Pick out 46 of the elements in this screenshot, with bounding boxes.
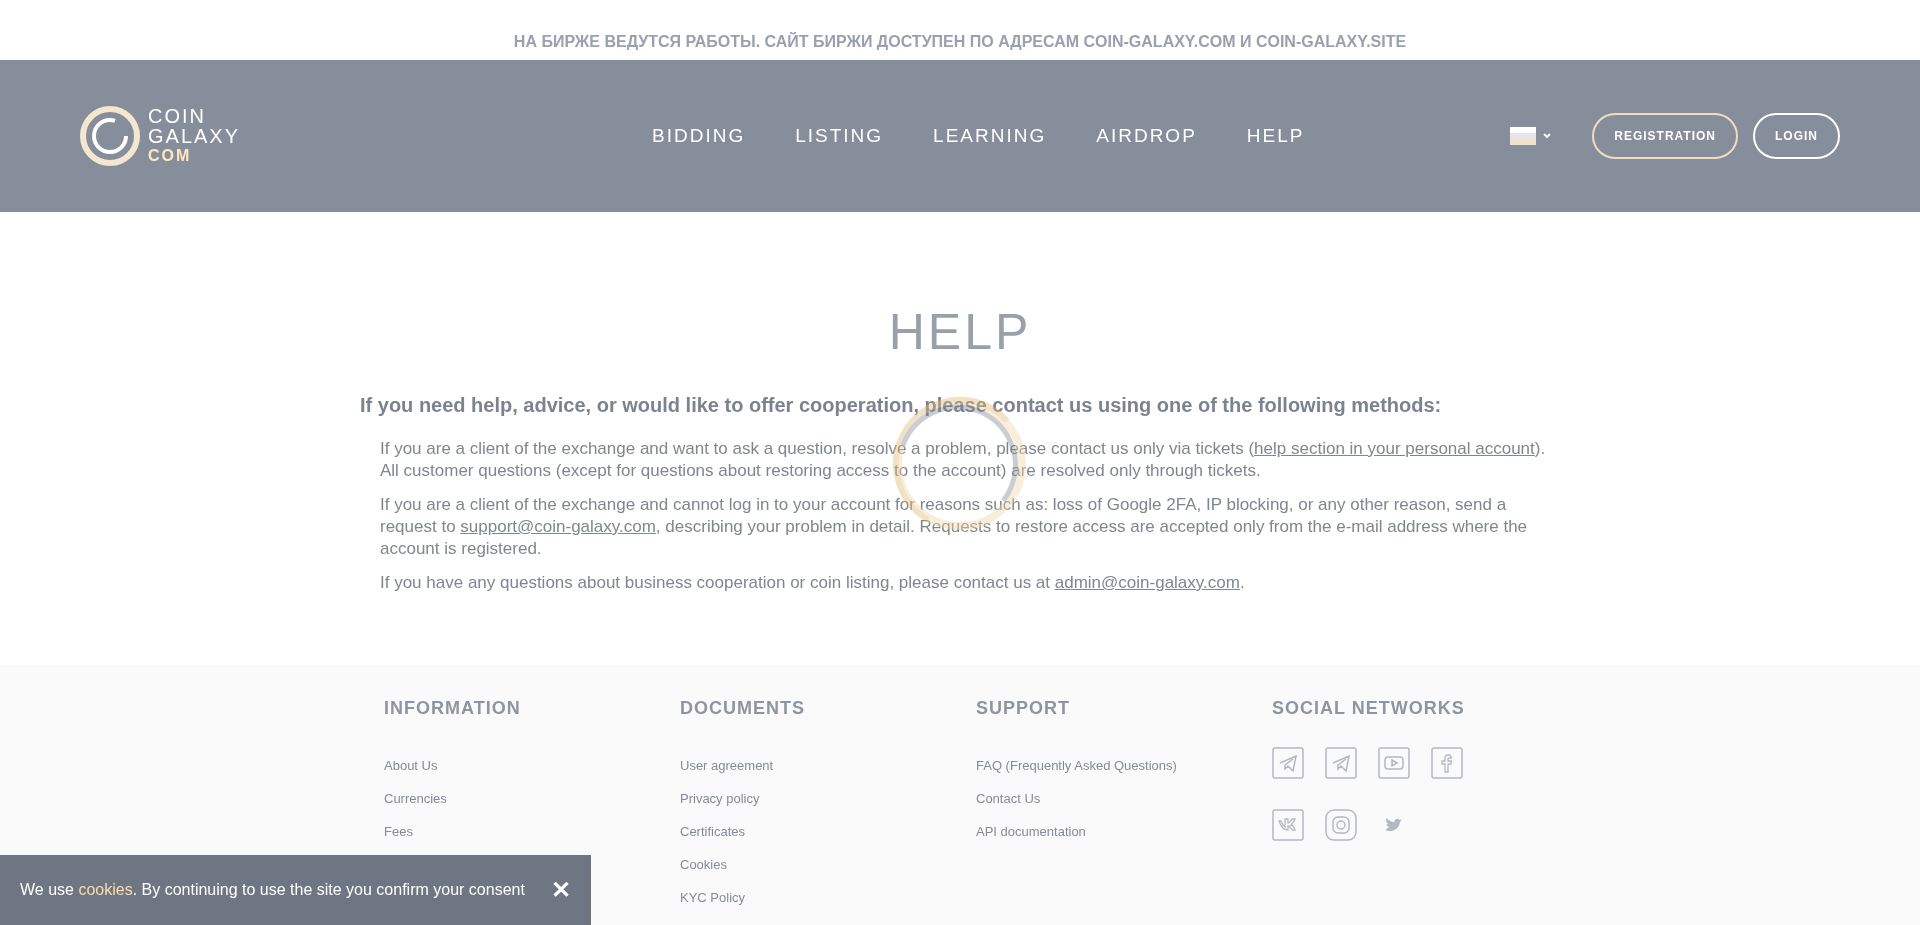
nav-link[interactable]: AIRDROP bbox=[1096, 121, 1197, 151]
paper-plane-icon[interactable] bbox=[1325, 747, 1357, 779]
footer-heading: DOCUMENTS bbox=[680, 697, 806, 720]
footer-link[interactable]: Fees bbox=[384, 824, 680, 840]
intro-heading: If you need help, advice, or would like to offer cooperation, please contact us using one of the following methods: bbox=[360, 393, 1443, 418]
footer-heading: SUPPORT bbox=[976, 697, 1071, 720]
logo[interactable]: COIN GALAXY COM bbox=[80, 106, 250, 166]
logo-text: COIN bbox=[148, 106, 207, 126]
help-paragraph: If you are a client of the exchange and cannot log in to your account for reasons such as: loss of Google 2FA, IP blocking, or any other reason, send a request to support@coin-galaxy.com, describing your problem in detail. Requests to restore access are accepted only from the e-mail address where the account is registered. bbox=[380, 494, 1529, 560]
maintenance-notice: НА БИРЖЕ ВЕДУТСЯ РАБОТЫ. САЙТ БИРЖИ ДОСТУПЕН ПО АДРЕСАМ COIN-GALAXY.COM И COIN-GALAXY.SITE bbox=[513, 31, 1407, 52]
footer-link[interactable]: Certificates bbox=[680, 824, 976, 840]
text-link[interactable]: support@coin-galaxy.com bbox=[460, 517, 656, 536]
nav-link[interactable]: LISTING bbox=[795, 121, 884, 151]
facebook-icon[interactable] bbox=[1431, 747, 1463, 779]
nav-link[interactable]: HELP bbox=[1246, 121, 1305, 151]
logo-text: COM bbox=[148, 146, 193, 166]
footer-link[interactable]: Privacy policy bbox=[680, 791, 976, 807]
flag-icon[interactable] bbox=[1510, 127, 1537, 145]
text-link[interactable]: admin@coin-galaxy.com bbox=[1054, 573, 1240, 592]
help-paragraph: If you are a client of the exchange and want to ask a question, resolve a problem, please contact us only via tickets (help section in your personal account). All customer questions (except for questions about restoring access to the account) are resolved only through tickets. bbox=[380, 438, 1547, 482]
help-paragraph: If you have any questions about business cooperation or coin listing, please contact us at admin@coin-galaxy.com. bbox=[380, 572, 1246, 594]
page-title: HELP bbox=[887, 304, 1033, 360]
footer-link[interactable]: FAQ (Frequently Asked Questions) bbox=[976, 758, 1272, 774]
footer-heading: INFORMATION bbox=[384, 697, 522, 720]
logo-icon bbox=[80, 106, 140, 166]
camera-icon[interactable] bbox=[1325, 809, 1357, 841]
nav-link[interactable]: BIDDING bbox=[652, 121, 746, 151]
footer-link[interactable]: API documentation bbox=[976, 824, 1272, 840]
vk-icon[interactable] bbox=[1272, 809, 1304, 841]
cookie-message: We use cookies. By continuing to use the site you confirm your consent bbox=[20, 880, 525, 900]
footer-link[interactable]: About Us bbox=[384, 758, 680, 774]
footer-heading: SOCIAL NETWORKS bbox=[1272, 697, 1465, 720]
text-link[interactable]: help section in your personal account bbox=[1254, 439, 1535, 458]
footer-link[interactable]: KYC Policy bbox=[680, 890, 976, 906]
play-icon[interactable] bbox=[1378, 747, 1410, 779]
nav-link[interactable]: LEARNING bbox=[933, 121, 1047, 151]
registration-button[interactable]: REGISTRATION bbox=[1592, 113, 1738, 159]
close-button[interactable]: ✕ bbox=[551, 872, 571, 908]
footer-link[interactable]: User agreement bbox=[680, 758, 976, 774]
caret-icon[interactable] bbox=[1542, 132, 1553, 140]
logo-text: GALAXY bbox=[148, 126, 241, 146]
footer-link[interactable]: Currencies bbox=[384, 791, 680, 807]
footer-link[interactable]: Cookies bbox=[680, 857, 976, 873]
footer-link[interactable]: Contact Us bbox=[976, 791, 1272, 807]
paper-plane-icon[interactable] bbox=[1272, 747, 1304, 779]
login-button[interactable]: LOGIN bbox=[1753, 113, 1840, 159]
